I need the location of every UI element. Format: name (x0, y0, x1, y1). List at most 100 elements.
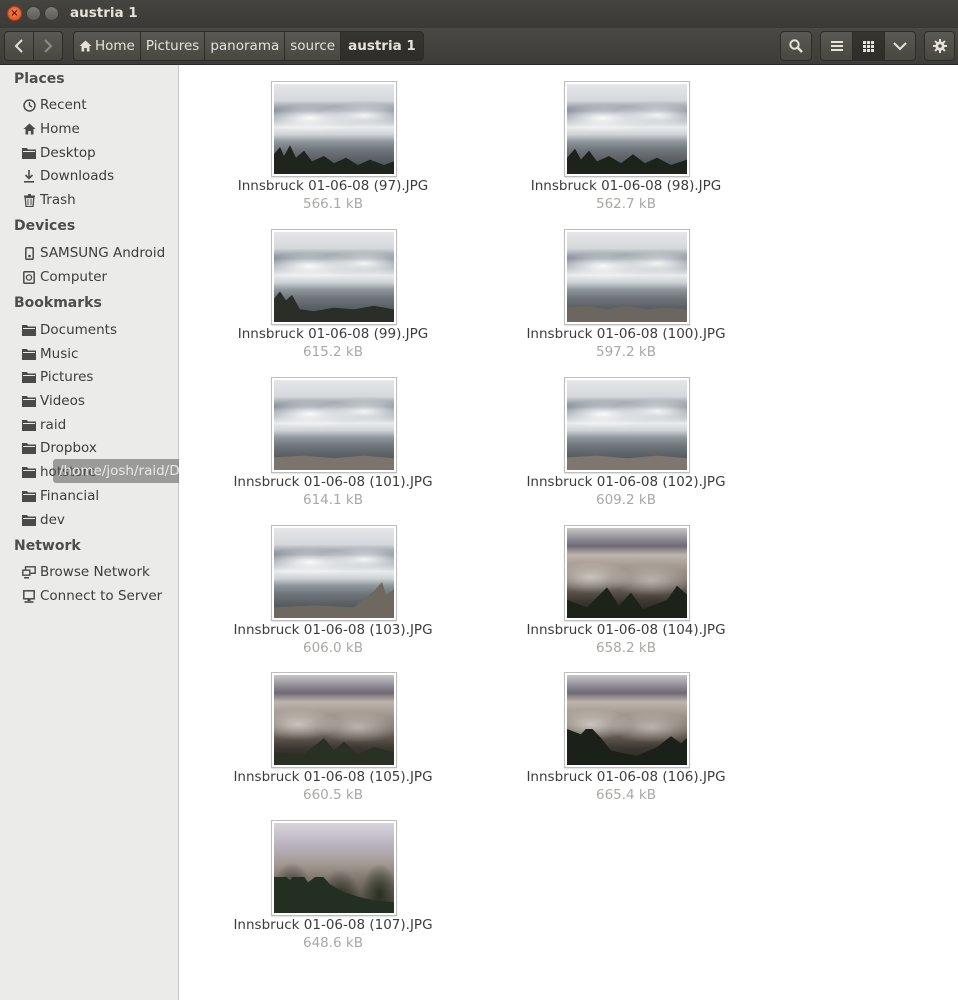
file-item[interactable]: Innsbruck 01-06-08 (103).JPG 606.0 kB (203, 525, 463, 657)
image-thumbnail (271, 672, 397, 768)
view-options-button[interactable] (884, 31, 916, 61)
file-size: 614.1 kB (302, 492, 364, 508)
forward-button[interactable] (33, 31, 63, 61)
header-bar: Home Pictures panorama source austria 1 (0, 28, 958, 65)
file-name: Innsbruck 01-06-08 (97).JPG (237, 178, 429, 194)
file-item[interactable]: Innsbruck 01-06-08 (107).JPG 648.6 kB (203, 820, 463, 952)
folder-icon (22, 323, 36, 337)
sidebar-item-browse-network[interactable]: Browse Network (22, 562, 150, 582)
sidebar-item-documents[interactable]: Documents (22, 320, 117, 340)
breadcrumb-label: source (290, 38, 336, 54)
image-thumbnail (271, 820, 397, 916)
sidebar-item-label: Home (40, 121, 80, 137)
drive-icon (22, 270, 36, 284)
sidebar-item-label: Downloads (40, 168, 115, 184)
breadcrumb-source[interactable]: source (284, 31, 342, 61)
image-thumbnail (564, 672, 690, 768)
home-icon (22, 122, 36, 136)
phone-icon (22, 246, 36, 260)
file-size: 648.6 kB (302, 935, 364, 951)
breadcrumb: Home Pictures panorama source austria 1 (73, 31, 424, 61)
sidebar-item-label: Recent (40, 97, 87, 113)
file-size: 609.2 kB (595, 492, 657, 508)
breadcrumb-home[interactable]: Home (73, 31, 141, 61)
sidebar-item-label: Videos (40, 393, 85, 409)
sidebar-item-label: Connect to Server (40, 588, 163, 604)
sidebar-item-label: dev (40, 512, 65, 528)
search-button[interactable] (780, 31, 812, 61)
sidebar-item-videos[interactable]: Videos (22, 391, 85, 411)
chevron-right-icon (44, 39, 53, 53)
image-thumbnail (271, 377, 397, 473)
back-button[interactable] (4, 31, 34, 61)
sidebar-item-samsung-android[interactable]: SAMSUNG Android (22, 243, 165, 263)
file-item[interactable]: Innsbruck 01-06-08 (104).JPG 658.2 kB (496, 525, 756, 657)
image-thumbnail (271, 525, 397, 621)
breadcrumb-label: Home (95, 38, 135, 54)
maximize-window-button[interactable] (44, 6, 59, 21)
minimize-window-button[interactable] (26, 6, 41, 21)
clock-icon (22, 98, 36, 112)
sidebar-item-dropbox[interactable]: Dropbox (22, 438, 97, 458)
sidebar-item-music[interactable]: Music (22, 344, 78, 364)
file-name: Innsbruck 01-06-08 (105).JPG (233, 769, 433, 785)
grid-view-button[interactable] (852, 31, 885, 61)
file-size: 606.0 kB (302, 640, 364, 656)
sidebar-item-label: SAMSUNG Android (40, 245, 166, 261)
breadcrumb-pictures[interactable]: Pictures (139, 31, 206, 61)
file-name: Innsbruck 01-06-08 (101).JPG (233, 474, 433, 490)
places-heading: Places (14, 71, 65, 87)
file-item[interactable]: Innsbruck 01-06-08 (99).JPG 615.2 kB (203, 229, 463, 361)
file-item[interactable]: Innsbruck 01-06-08 (97).JPG 566.1 kB (203, 81, 463, 213)
file-name: Innsbruck 01-06-08 (98).JPG (530, 178, 722, 194)
file-item[interactable]: Innsbruck 01-06-08 (101).JPG 614.1 kB (203, 377, 463, 509)
file-item[interactable]: Innsbruck 01-06-08 (106).JPG 665.4 kB (496, 672, 756, 804)
folder-icon (22, 418, 36, 432)
chevron-left-icon (14, 39, 23, 53)
file-item[interactable]: Innsbruck 01-06-08 (102).JPG 609.2 kB (496, 377, 756, 509)
devices-heading: Devices (14, 218, 76, 234)
sidebar-item-computer[interactable]: Computer (22, 267, 107, 287)
folder-icon (22, 370, 36, 384)
breadcrumb-panorama[interactable]: panorama (204, 31, 286, 61)
file-grid: Innsbruck 01-06-08 (97).JPG 566.1 kB Inn… (179, 65, 958, 1000)
file-item[interactable]: Innsbruck 01-06-08 (98).JPG 562.7 kB (496, 81, 756, 213)
sidebar-item-label: raid (40, 417, 67, 433)
sidebar-item-financial[interactable]: Financial (22, 486, 99, 506)
home-icon (79, 40, 92, 52)
file-size: 566.1 kB (302, 196, 364, 212)
sidebar-item-label: Computer (40, 269, 108, 285)
window-titlebar: × austria 1 (0, 0, 958, 28)
network-icon (22, 565, 36, 579)
file-item[interactable]: Innsbruck 01-06-08 (100).JPG 597.2 kB (496, 229, 756, 361)
sidebar-item-pictures[interactable]: Pictures (22, 367, 93, 387)
sidebar-item-home[interactable]: Home (22, 119, 80, 139)
file-size: 658.2 kB (595, 640, 657, 656)
image-thumbnail (564, 525, 690, 621)
breadcrumb-label: Pictures (145, 38, 200, 54)
folder-icon (22, 347, 36, 361)
sidebar-item-label: Trash (40, 192, 76, 208)
sidebar-item-dev[interactable]: dev (22, 510, 65, 530)
sidebar-item-trash[interactable]: Trash (22, 190, 76, 210)
file-size: 660.5 kB (302, 787, 364, 803)
file-item[interactable]: Innsbruck 01-06-08 (105).JPG 660.5 kB (203, 672, 463, 804)
breadcrumb-current[interactable]: austria 1 (340, 31, 424, 61)
breadcrumb-label: panorama (210, 38, 280, 54)
sidebar-item-label: Music (40, 346, 79, 362)
sidebar-item-label: Documents (40, 322, 117, 338)
sidebar-item-downloads[interactable]: Downloads (22, 166, 114, 186)
image-thumbnail (564, 81, 690, 177)
breadcrumb-label: austria 1 (348, 38, 416, 54)
sidebar-item-recent[interactable]: Recent (22, 95, 87, 115)
sidebar-item-label: Dropbox (40, 440, 97, 456)
sidebar-item-desktop[interactable]: Desktop (22, 143, 96, 163)
file-size: 562.7 kB (595, 196, 657, 212)
sidebar-item-raid[interactable]: raid (22, 415, 66, 435)
sidebar-item-connect-to-server[interactable]: Connect to Server (22, 586, 162, 606)
list-view-button[interactable] (820, 31, 853, 61)
file-name: Innsbruck 01-06-08 (99).JPG (237, 326, 429, 342)
settings-button[interactable] (924, 31, 955, 61)
file-name: Innsbruck 01-06-08 (103).JPG (233, 622, 433, 638)
close-window-button[interactable]: × (7, 6, 22, 21)
